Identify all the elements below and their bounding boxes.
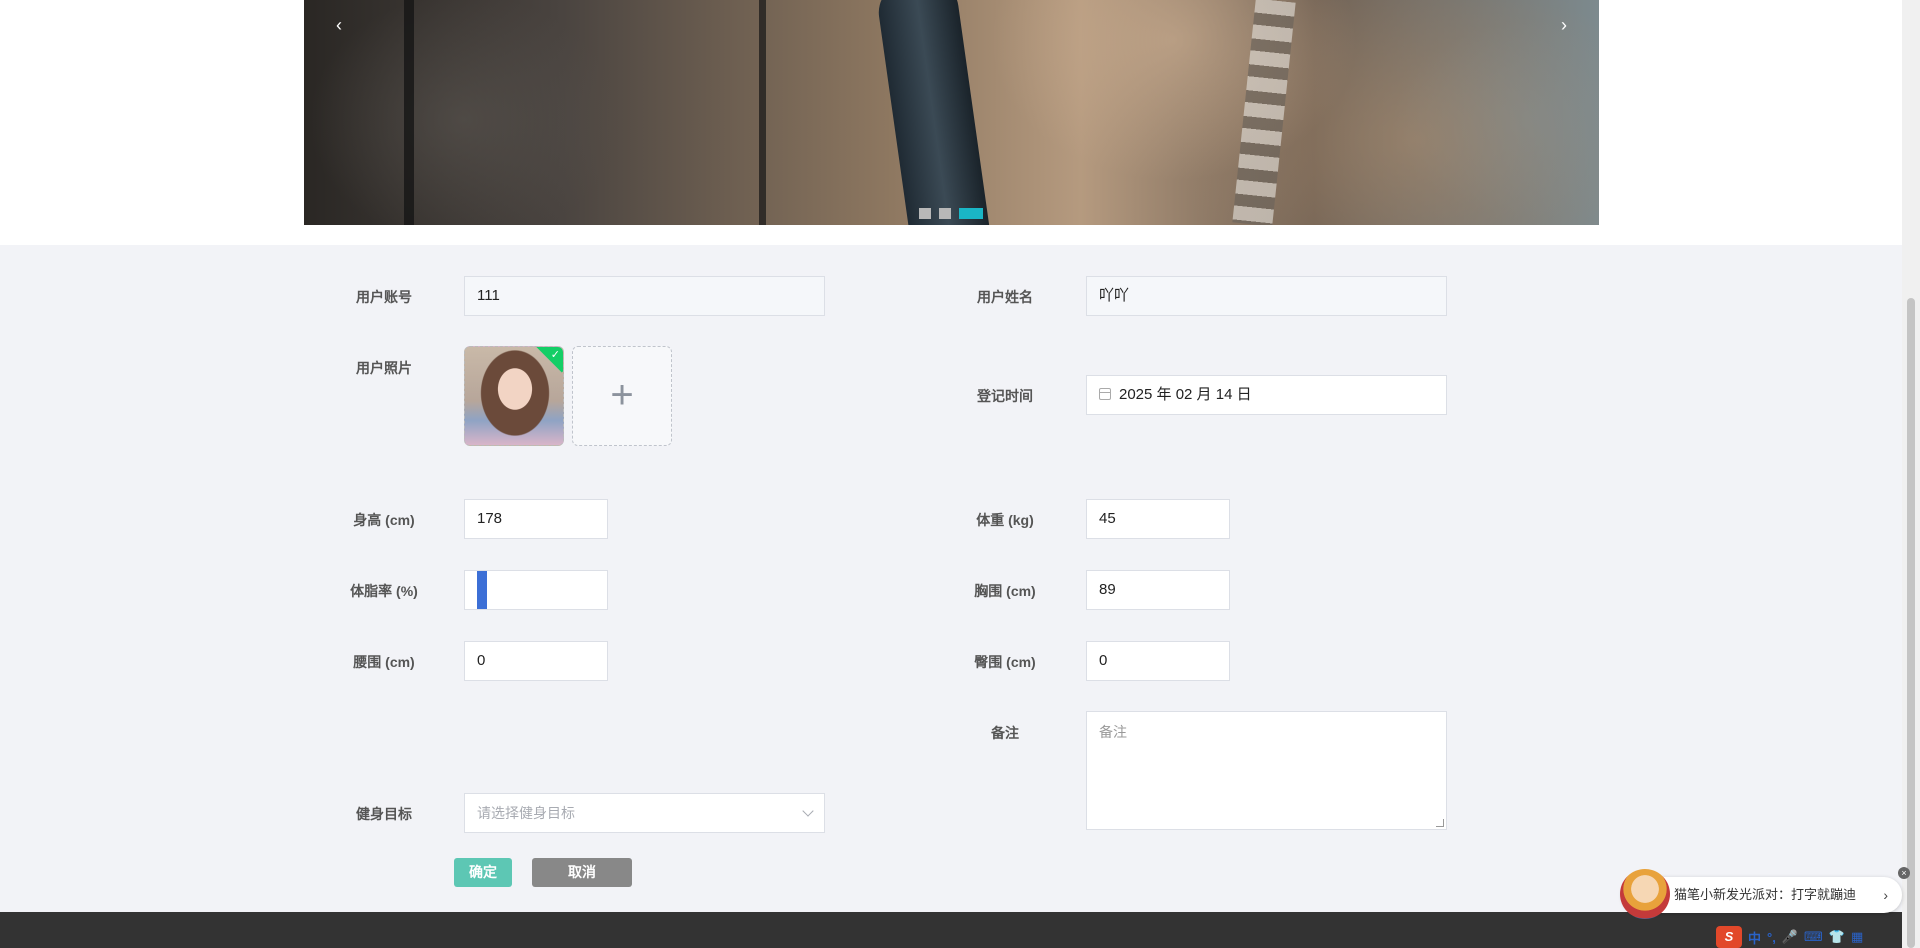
carousel-image-detail xyxy=(1232,0,1296,225)
goal-label: 健身目标 xyxy=(356,806,412,822)
scrollbar[interactable] xyxy=(1902,0,1920,948)
name-input[interactable]: 吖吖 xyxy=(1086,276,1447,316)
weight-label: 体重 (kg) xyxy=(976,512,1034,528)
waist-input[interactable]: 0 xyxy=(464,641,608,681)
microphone-icon[interactable]: 🎤 xyxy=(1782,929,1798,945)
carousel-indicators xyxy=(919,208,983,219)
waist-label: 腰围 (cm) xyxy=(353,654,415,670)
resize-handle-icon[interactable] xyxy=(1436,819,1444,827)
height-input[interactable]: 178 xyxy=(464,499,608,539)
check-icon: ✓ xyxy=(550,349,560,361)
carousel-image-detail xyxy=(759,0,766,225)
hip-input[interactable]: 0 xyxy=(1086,641,1230,681)
remark-textarea[interactable]: 备注 xyxy=(1086,711,1447,830)
calendar-icon xyxy=(1099,388,1111,400)
height-label: 身高 (cm) xyxy=(353,512,415,528)
toast-text: 猫笔小新发光派对：打字就蹦迪 xyxy=(1674,887,1857,902)
hip-label: 臀围 (cm) xyxy=(974,654,1036,670)
goal-placeholder: 请选择健身目标 xyxy=(477,805,575,821)
photo-label: 用户照片 xyxy=(356,360,412,376)
chest-input[interactable]: 89 xyxy=(1086,570,1230,610)
remark-placeholder: 备注 xyxy=(1099,724,1127,740)
body-fat-label: 体脂率 (%) xyxy=(350,583,418,599)
remark-label: 备注 xyxy=(991,725,1019,741)
weight-input[interactable]: 45 xyxy=(1086,499,1230,539)
carousel-prev-icon[interactable]: ‹ xyxy=(324,10,354,40)
carousel-image-detail xyxy=(404,0,414,225)
ime-mode-toggle[interactable]: 中 xyxy=(1748,928,1761,947)
account-label: 用户账号 xyxy=(356,289,412,305)
scrollbar-thumb[interactable] xyxy=(1907,298,1915,948)
keyboard-icon[interactable]: ⌨ xyxy=(1804,929,1823,945)
chevron-down-icon xyxy=(802,805,814,817)
ime-punct-toggle[interactable]: °, xyxy=(1767,930,1776,945)
banner: ‹ › xyxy=(0,0,1902,245)
toolbox-icon[interactable]: ▦ xyxy=(1851,929,1863,945)
reg-time-value: 2025 年 02 月 14 日 xyxy=(1119,386,1252,403)
carousel-image-detail xyxy=(874,0,994,225)
carousel-indicator[interactable] xyxy=(919,208,931,219)
chest-label: 胸围 (cm) xyxy=(974,583,1036,599)
chevron-right-icon[interactable]: › xyxy=(1883,877,1888,913)
sogou-logo-icon[interactable]: S xyxy=(1716,926,1742,948)
ime-promo-toast[interactable]: 猫笔小新发光派对：打字就蹦迪 › × xyxy=(1620,867,1910,919)
ime-toolbar: S 中 °, 🎤 ⌨ 👕 ▦ xyxy=(1714,926,1902,948)
confirm-button[interactable]: 确定 xyxy=(454,858,512,887)
text-selection-highlight xyxy=(477,571,487,609)
user-photo-thumbnail[interactable]: ✓ xyxy=(464,346,564,446)
carousel-indicator[interactable] xyxy=(939,208,951,219)
page-footer xyxy=(0,912,1902,948)
cartoon-avatar-icon xyxy=(1620,869,1670,919)
carousel: ‹ › xyxy=(304,0,1599,225)
cancel-button[interactable]: 取消 xyxy=(532,858,632,887)
carousel-next-icon[interactable]: › xyxy=(1549,10,1579,40)
carousel-indicator-active[interactable] xyxy=(959,208,983,219)
skin-icon[interactable]: 👕 xyxy=(1829,929,1845,945)
reg-time-picker[interactable]: 2025 年 02 月 14 日 xyxy=(1086,375,1447,415)
upload-add-button[interactable]: + xyxy=(572,346,672,446)
goal-select[interactable]: 请选择健身目标 xyxy=(464,793,825,833)
reg-time-label: 登记时间 xyxy=(977,388,1033,404)
name-label: 用户姓名 xyxy=(977,289,1033,305)
account-input[interactable]: 111 xyxy=(464,276,825,316)
body-fat-input[interactable] xyxy=(464,570,608,610)
close-icon[interactable]: × xyxy=(1898,867,1910,879)
